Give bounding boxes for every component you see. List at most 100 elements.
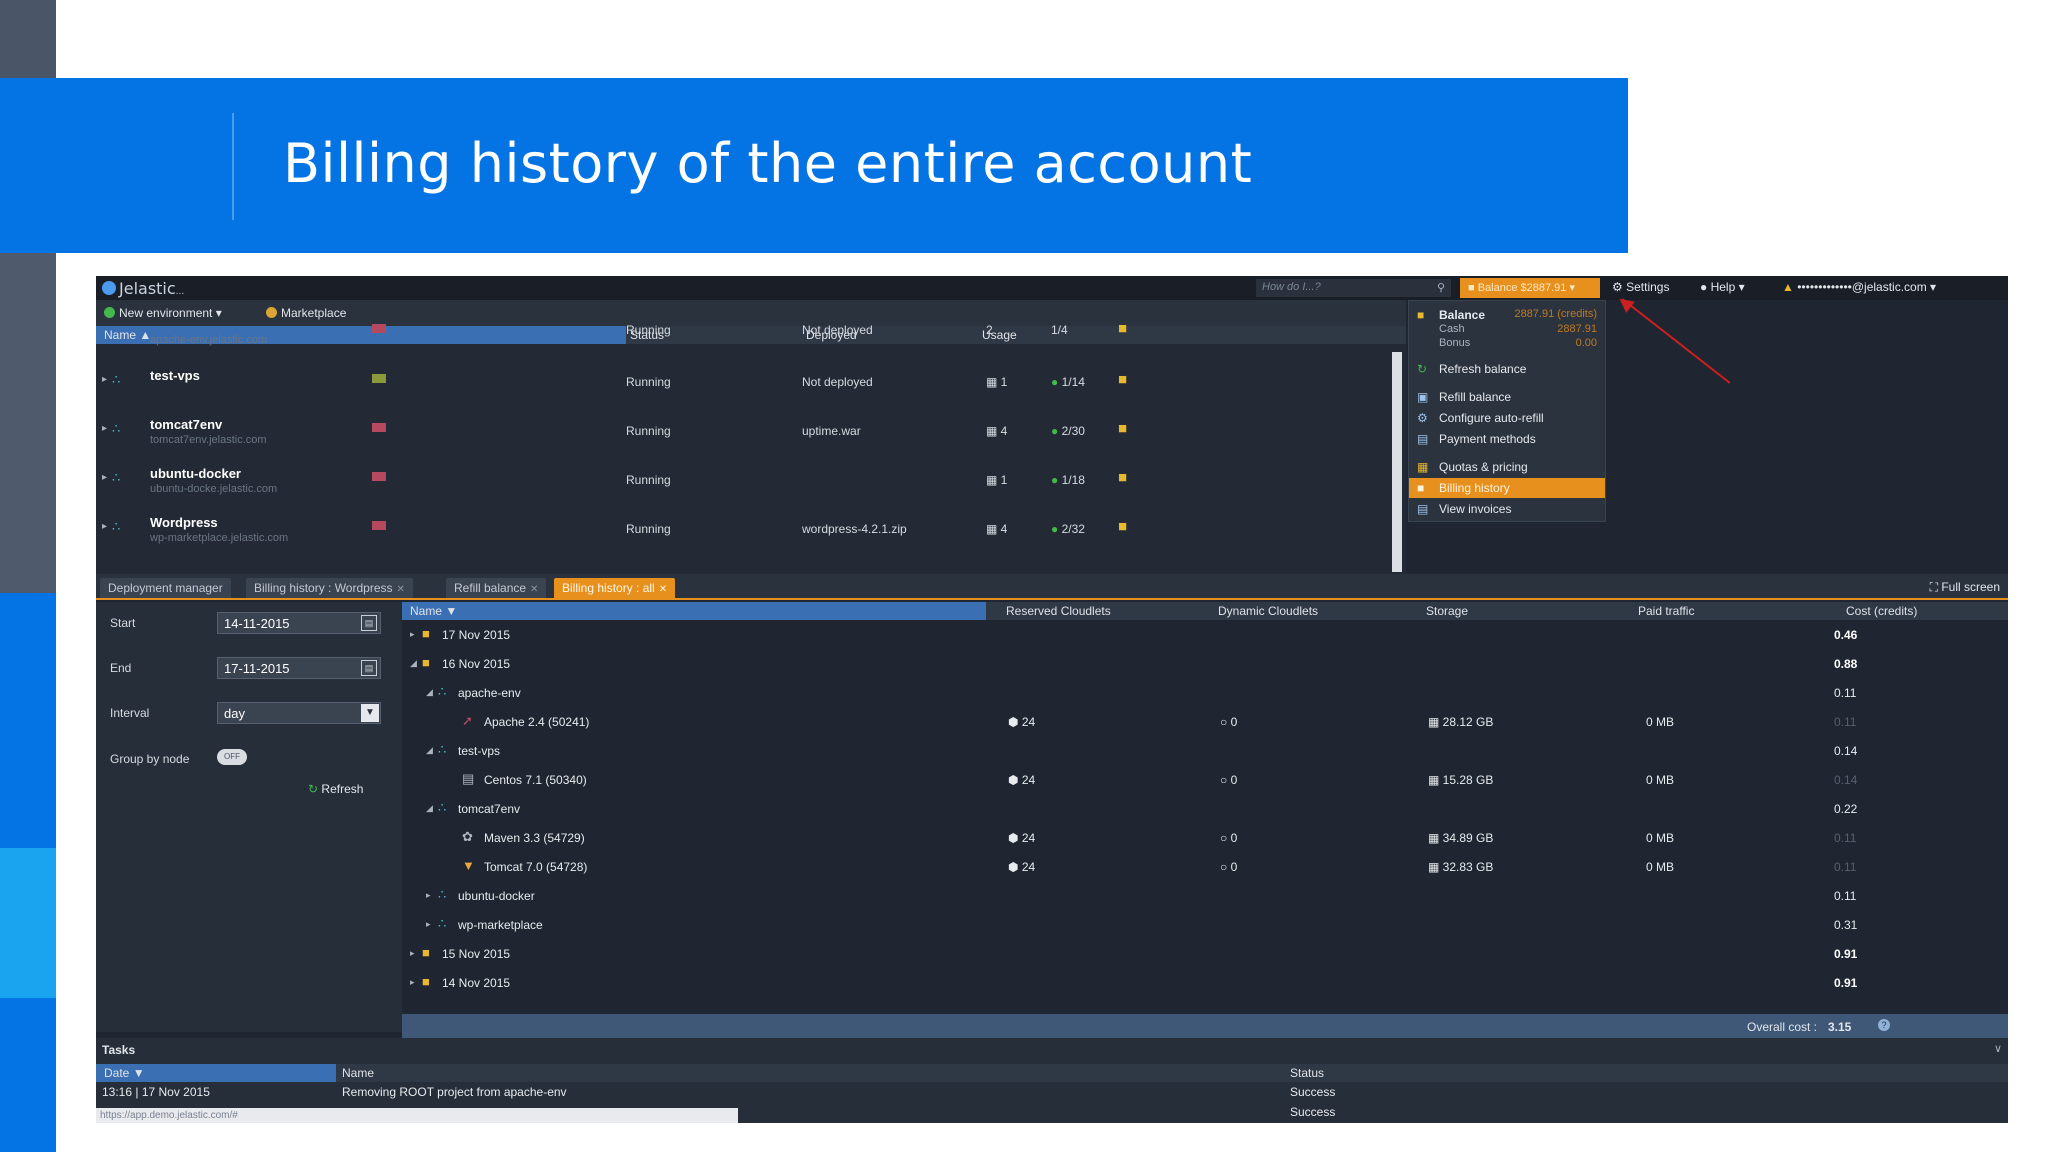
expand-arrow-icon[interactable]: ▸ <box>426 919 431 930</box>
billing-row-environment[interactable]: ▸ ∴ wp-marketplace 0.31 <box>402 910 2008 939</box>
paid-traffic-header[interactable]: Paid traffic <box>1638 604 1694 618</box>
expand-arrow-icon[interactable]: ▸ <box>410 629 415 640</box>
billing-row-node[interactable]: ✿ Maven 3.3 (54729) ⬢ 24 ○ 0 ▦ 34.89 GB … <box>402 823 2008 852</box>
collapse-arrow-icon[interactable]: ◢ <box>426 687 433 698</box>
status-column-header[interactable]: Status <box>1290 1066 1324 1080</box>
environment-name[interactable]: ubuntu-docker <box>150 466 241 481</box>
cloudlet-icon: ⬢ <box>1008 773 1022 787</box>
expand-arrow-icon[interactable]: ▸ <box>410 948 415 959</box>
close-icon[interactable]: ✕ <box>530 584 538 595</box>
storage-header[interactable]: Storage <box>1426 604 1468 618</box>
node-count-value: 4 <box>1000 424 1008 438</box>
close-icon[interactable]: ✕ <box>397 584 405 595</box>
tab-billing-history-all[interactable]: Billing history : all ✕ <box>554 578 676 598</box>
calendar-icon[interactable]: ▤ <box>361 660 377 676</box>
billing-row-node[interactable]: ▤ Centos 7.1 (50340) ⬢ 24 ○ 0 ▦ 15.28 GB… <box>402 765 2008 794</box>
end-date-field[interactable]: 17-11-2015 ▤ <box>217 657 381 679</box>
reserved-cloudlets-header[interactable]: Reserved Cloudlets <box>1006 604 1111 618</box>
expand-arrow-icon[interactable]: ▸ <box>102 472 107 483</box>
menu-item-billing-history[interactable]: ■ Billing history <box>1409 478 1605 498</box>
task-row[interactable]: 13:16 | 17 Nov 2015 Removing ROOT projec… <box>96 1082 2008 1102</box>
environment-name[interactable]: tomcat7env <box>150 417 222 432</box>
lock-icon[interactable]: ■ <box>1118 371 1127 388</box>
tab-billing-history-wordpress[interactable]: Billing history : Wordpress ✕ <box>246 578 413 598</box>
environment-status: Running <box>626 375 671 389</box>
settings-button[interactable]: ⚙ Settings <box>1612 280 1669 294</box>
row-cost: 0.11 <box>1834 860 1857 874</box>
group-by-node-toggle[interactable]: OFF <box>217 749 247 765</box>
close-icon[interactable]: ✕ <box>659 584 667 595</box>
chevron-down-icon[interactable]: ▼ <box>361 704 379 722</box>
environment-domain: wp-marketplace.jelastic.com <box>150 532 289 544</box>
collapse-arrow-icon[interactable]: ◢ <box>426 745 433 756</box>
cost-header[interactable]: Cost (credits) <box>1846 604 1917 618</box>
region-flag <box>372 324 386 333</box>
billing-row-day[interactable]: ◢ ■ 16 Nov 2015 0.88 <box>402 649 2008 678</box>
row-cost: 0.88 <box>1834 657 1858 671</box>
billing-row-environment[interactable]: ◢ ∴ tomcat7env 0.22 <box>402 794 2008 823</box>
refresh-button[interactable]: ↻ Refresh <box>308 782 363 796</box>
expand-arrow-icon[interactable]: ▸ <box>426 890 431 901</box>
lock-icon[interactable]: ■ <box>1118 518 1127 535</box>
task-name: Removing ROOT project from apache-env <box>342 1085 567 1099</box>
toggle-state: OFF <box>224 752 240 761</box>
expand-arrow-icon[interactable]: ▸ <box>102 423 107 434</box>
collapse-icon[interactable]: ∨ <box>1994 1042 2002 1055</box>
tab-refill-balance[interactable]: Refill balance ✕ <box>446 578 547 598</box>
search-input[interactable]: How do I...? ⚲ <box>1256 279 1451 297</box>
collapse-arrow-icon[interactable]: ◢ <box>426 803 433 814</box>
lock-icon[interactable]: ■ <box>1118 469 1127 486</box>
dynamic-cloudlets-header[interactable]: Dynamic Cloudlets <box>1218 604 1318 618</box>
tab-deployment-manager[interactable]: Deployment manager <box>100 578 231 598</box>
menu-item-configure-auto-refill[interactable]: ⚙ Configure auto-refill <box>1409 408 1605 428</box>
date-column-header[interactable]: Date ▼ <box>96 1064 336 1082</box>
interval-select[interactable]: day ▼ <box>217 702 381 724</box>
marketplace-button[interactable]: Marketplace <box>266 306 346 320</box>
expand-arrow-icon[interactable]: ▸ <box>102 521 107 532</box>
calendar-icon[interactable]: ▤ <box>361 615 377 631</box>
menu-item-quotas-pricing[interactable]: ▦ Quotas & pricing <box>1409 457 1605 477</box>
billing-row-environment[interactable]: ▸ ∴ ubuntu-docker 0.11 <box>402 881 2008 910</box>
help-button[interactable]: ● Help ▾ <box>1700 280 1745 294</box>
environment-row-ubuntu-docker[interactable]: ▸ ∴ ubuntu-docker ubuntu-docke.jelastic.… <box>96 456 1146 504</box>
search-icon[interactable]: ⚲ <box>1437 281 1445 294</box>
menu-item-refill-balance[interactable]: ▣ Refill balance <box>1409 387 1605 407</box>
expand-arrow-icon[interactable]: ▸ <box>410 977 415 988</box>
environment-name[interactable]: test-vps <box>150 368 200 383</box>
lock-icon[interactable]: ■ <box>1118 420 1127 437</box>
collapse-arrow-icon[interactable]: ◢ <box>410 658 417 669</box>
environment-row-partial[interactable]: apache-env.jelastic.com Running Not depl… <box>96 320 1146 350</box>
billing-row-day[interactable]: ▸ ■ 17 Nov 2015 0.46 <box>402 620 2008 649</box>
billing-row-environment[interactable]: ◢ ∴ apache-env 0.11 <box>402 678 2008 707</box>
environment-row-test-vps[interactable]: ▸ ∴ test-vps Running Not deployed ▦ 1 ● … <box>96 358 1146 406</box>
menu-item-refresh-balance[interactable]: ↻ Refresh balance <box>1409 359 1605 379</box>
menu-item-balance[interactable]: ■ Balance 2887.91 (credits) <box>1409 305 1605 325</box>
menu-item-view-invoices[interactable]: ▤ View invoices <box>1409 499 1605 519</box>
environment-node-count: ▦ 4 <box>986 424 1007 438</box>
environment-node-count: ▦ 1 <box>986 473 1007 487</box>
reserved-cloudlets: ⬢ 24 <box>1008 773 1035 787</box>
tasks-header: Date ▼ Name Status <box>96 1064 2008 1082</box>
user-menu[interactable]: ▲ •••••••••••••@jelastic.com ▾ <box>1782 280 1936 294</box>
lock-icon[interactable]: ■ <box>1118 320 1127 337</box>
billing-row-day[interactable]: ▸ ■ 14 Nov 2015 0.91 <box>402 968 2008 997</box>
full-screen-button[interactable]: ⛶ Full screen <box>1930 580 2000 595</box>
billing-row-node[interactable]: ➚ Apache 2.4 (50241) ⬢ 24 ○ 0 ▦ 28.12 GB… <box>402 707 2008 736</box>
expand-arrow-icon[interactable]: ▸ <box>102 374 107 385</box>
new-environment-button[interactable]: New environment ▾ <box>104 306 222 320</box>
jelastic-logo[interactable]: Jelastic... <box>102 279 184 298</box>
name-column-header[interactable]: Name <box>342 1066 374 1080</box>
help-icon[interactable]: ? <box>1878 1019 1890 1031</box>
environment-name[interactable]: Wordpress <box>150 515 218 530</box>
environment-list-scrollbar[interactable] <box>1392 352 1402 572</box>
balance-button[interactable]: ■ Balance $2887.91 ▾ <box>1460 278 1600 298</box>
bottom-tab-bar: Deployment manager Billing history : Wor… <box>96 574 2008 600</box>
environment-row-wordpress[interactable]: ▸ ∴ Wordpress wp-marketplace.jelastic.co… <box>96 505 1146 553</box>
environment-row-tomcat7env[interactable]: ▸ ∴ tomcat7env tomcat7env.jelastic.com R… <box>96 407 1146 455</box>
billing-row-day[interactable]: ▸ ■ 15 Nov 2015 0.91 <box>402 939 2008 968</box>
billing-row-node[interactable]: ▼ Tomcat 7.0 (54728) ⬢ 24 ○ 0 ▦ 32.83 GB… <box>402 852 2008 881</box>
name-column-header[interactable]: Name ▼ <box>402 602 986 620</box>
menu-item-payment-methods[interactable]: ▤ Payment methods <box>1409 429 1605 449</box>
start-date-field[interactable]: 14-11-2015 ▤ <box>217 612 381 634</box>
billing-row-environment[interactable]: ◢ ∴ test-vps 0.14 <box>402 736 2008 765</box>
